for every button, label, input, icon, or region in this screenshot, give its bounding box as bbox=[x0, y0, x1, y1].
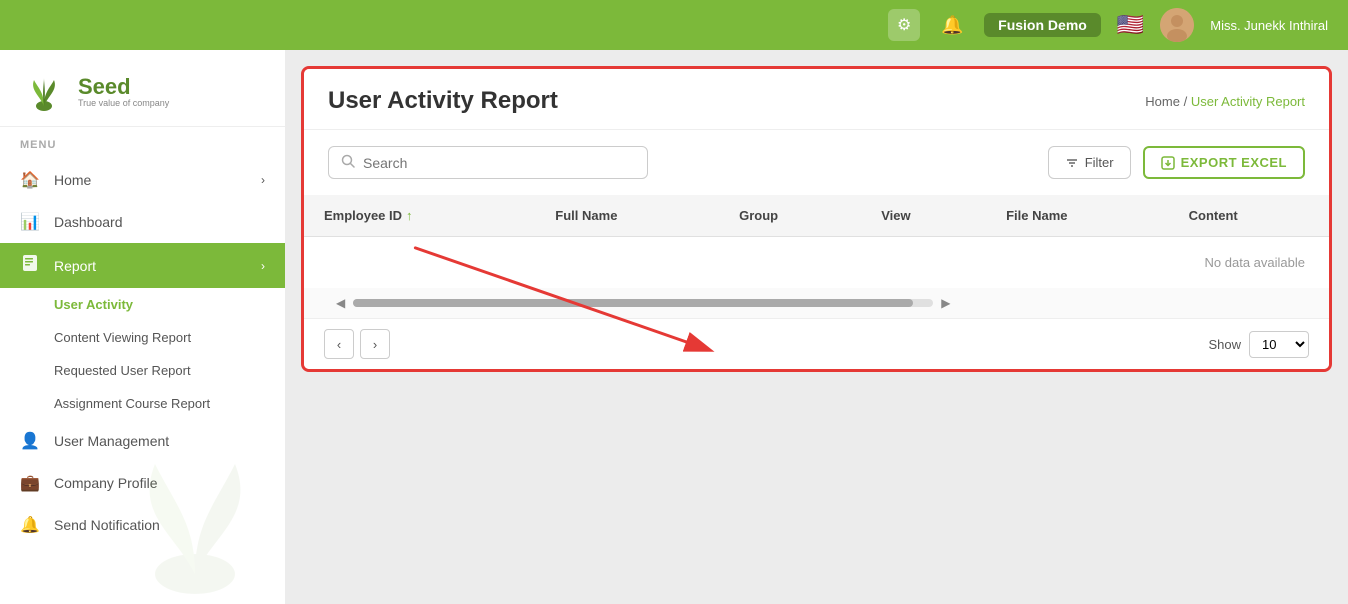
toolbar: Filter Export Excel bbox=[304, 130, 1329, 195]
col-file-name-label: File Name bbox=[1006, 208, 1067, 223]
sidebar-item-report[interactable]: Report › bbox=[0, 243, 285, 288]
no-data-message: No data available bbox=[304, 237, 1329, 288]
search-icon bbox=[341, 154, 355, 171]
scrollbar-thumb bbox=[353, 299, 913, 307]
show-rows-control: Show 10 25 50 100 bbox=[1208, 331, 1309, 358]
filter-label: Filter bbox=[1085, 155, 1114, 170]
briefcase-icon: 💼 bbox=[20, 473, 40, 493]
export-label: Export Excel bbox=[1181, 155, 1287, 170]
pagination-bar: ‹ › Show 10 25 50 100 bbox=[304, 318, 1329, 369]
chevron-right-icon-report: › bbox=[261, 259, 265, 273]
sidebar-logo: Seed True value of company bbox=[0, 50, 285, 127]
avatar[interactable] bbox=[1160, 8, 1194, 42]
navbar: ⚙ 🔔 Fusion Demo 🇺🇸 Miss. Junekk Inthiral bbox=[0, 0, 1348, 50]
sidebar-item-report-label: Report bbox=[54, 258, 96, 274]
sort-up-icon: ↑ bbox=[406, 208, 413, 223]
scrollbar-area: ◀ ▶ bbox=[304, 288, 1329, 318]
scrollbar-track[interactable] bbox=[353, 299, 933, 307]
scroll-right-icon[interactable]: ▶ bbox=[933, 296, 958, 310]
col-group[interactable]: Group bbox=[719, 195, 861, 237]
sidebar-item-user-activity[interactable]: User Activity bbox=[0, 288, 285, 321]
breadcrumb-current: User Activity Report bbox=[1191, 94, 1305, 109]
toolbar-right: Filter Export Excel bbox=[1048, 146, 1305, 179]
report-icon bbox=[20, 254, 40, 277]
sidebar: Seed True value of company MENU 🏠 Home ›… bbox=[0, 50, 285, 604]
col-employee-id-label: Employee ID bbox=[324, 208, 402, 223]
assignment-course-label: Assignment Course Report bbox=[54, 396, 210, 411]
breadcrumb: Home / User Activity Report bbox=[1145, 94, 1305, 109]
export-excel-button[interactable]: Export Excel bbox=[1143, 146, 1305, 179]
table-wrap: Employee ID ↑ Full Name Group bbox=[304, 195, 1329, 288]
main-content: User Activity Report Home / User Activit… bbox=[285, 50, 1348, 604]
filter-icon bbox=[1065, 156, 1079, 170]
page-title: User Activity Report bbox=[328, 87, 558, 115]
requested-user-label: Requested User Report bbox=[54, 363, 191, 378]
col-group-label: Group bbox=[739, 208, 778, 223]
sidebar-item-dashboard[interactable]: 📊 Dashboard bbox=[0, 201, 285, 243]
sidebar-item-user-management[interactable]: 👤 User Management bbox=[0, 420, 285, 462]
content-header: User Activity Report Home / User Activit… bbox=[304, 69, 1329, 130]
logo-title: Seed bbox=[78, 76, 169, 98]
sidebar-item-content-viewing[interactable]: Content Viewing Report bbox=[0, 321, 285, 354]
table-header-row: Employee ID ↑ Full Name Group bbox=[304, 195, 1329, 237]
menu-label: MENU bbox=[0, 135, 285, 159]
col-view[interactable]: View bbox=[861, 195, 986, 237]
dashboard-icon: 📊 bbox=[20, 212, 40, 232]
col-employee-id[interactable]: Employee ID ↑ bbox=[304, 195, 535, 237]
content-card: User Activity Report Home / User Activit… bbox=[301, 66, 1332, 372]
next-page-button[interactable]: › bbox=[360, 329, 390, 359]
sidebar-item-home-label: Home bbox=[54, 172, 91, 188]
content-viewing-label: Content Viewing Report bbox=[54, 330, 191, 345]
col-content[interactable]: Content bbox=[1169, 195, 1329, 237]
search-box bbox=[328, 146, 648, 179]
logo-subtitle: True value of company bbox=[78, 98, 169, 108]
col-content-label: Content bbox=[1189, 208, 1238, 223]
breadcrumb-home: Home bbox=[1145, 94, 1180, 109]
export-icon bbox=[1161, 156, 1175, 170]
pagination-buttons: ‹ › bbox=[324, 329, 390, 359]
filter-button[interactable]: Filter bbox=[1048, 146, 1131, 179]
data-table: Employee ID ↑ Full Name Group bbox=[304, 195, 1329, 237]
logo-text: Seed True value of company bbox=[78, 76, 169, 108]
sidebar-item-send-notification[interactable]: 🔔 Send Notification bbox=[0, 504, 285, 546]
sidebar-item-company-profile-label: Company Profile bbox=[54, 475, 158, 491]
language-flag[interactable]: 🇺🇸 bbox=[1117, 12, 1144, 38]
sidebar-item-user-management-label: User Management bbox=[54, 433, 169, 449]
prev-page-button[interactable]: ‹ bbox=[324, 329, 354, 359]
user-icon: 👤 bbox=[20, 431, 40, 451]
username-label: Miss. Junekk Inthiral bbox=[1210, 18, 1328, 33]
show-label-text: Show bbox=[1208, 337, 1241, 352]
sidebar-item-send-notification-label: Send Notification bbox=[54, 517, 160, 533]
show-rows-select[interactable]: 10 25 50 100 bbox=[1249, 331, 1309, 358]
col-file-name[interactable]: File Name bbox=[986, 195, 1169, 237]
logo-icon bbox=[20, 68, 68, 116]
sidebar-item-company-profile[interactable]: 💼 Company Profile bbox=[0, 462, 285, 504]
sidebar-item-dashboard-label: Dashboard bbox=[54, 214, 123, 230]
settings-icon[interactable]: ⚙ bbox=[888, 9, 920, 41]
notification-icon: 🔔 bbox=[20, 515, 40, 535]
sidebar-item-home[interactable]: 🏠 Home › bbox=[0, 159, 285, 201]
bell-icon[interactable]: 🔔 bbox=[936, 9, 968, 41]
scroll-left-icon[interactable]: ◀ bbox=[328, 296, 353, 310]
user-activity-label: User Activity bbox=[54, 297, 133, 312]
sidebar-item-assignment-course[interactable]: Assignment Course Report bbox=[0, 387, 285, 420]
col-view-label: View bbox=[881, 208, 910, 223]
col-full-name[interactable]: Full Name bbox=[535, 195, 719, 237]
sidebar-item-requested-user[interactable]: Requested User Report bbox=[0, 354, 285, 387]
chevron-right-icon: › bbox=[261, 173, 265, 187]
col-full-name-label: Full Name bbox=[555, 208, 617, 223]
breadcrumb-separator: / bbox=[1184, 94, 1191, 109]
search-input[interactable] bbox=[363, 155, 635, 171]
main-layout: Seed True value of company MENU 🏠 Home ›… bbox=[0, 50, 1348, 604]
report-sub-menu: User Activity Content Viewing Report Req… bbox=[0, 288, 285, 420]
brand-button[interactable]: Fusion Demo bbox=[984, 13, 1101, 37]
home-icon: 🏠 bbox=[20, 170, 40, 190]
